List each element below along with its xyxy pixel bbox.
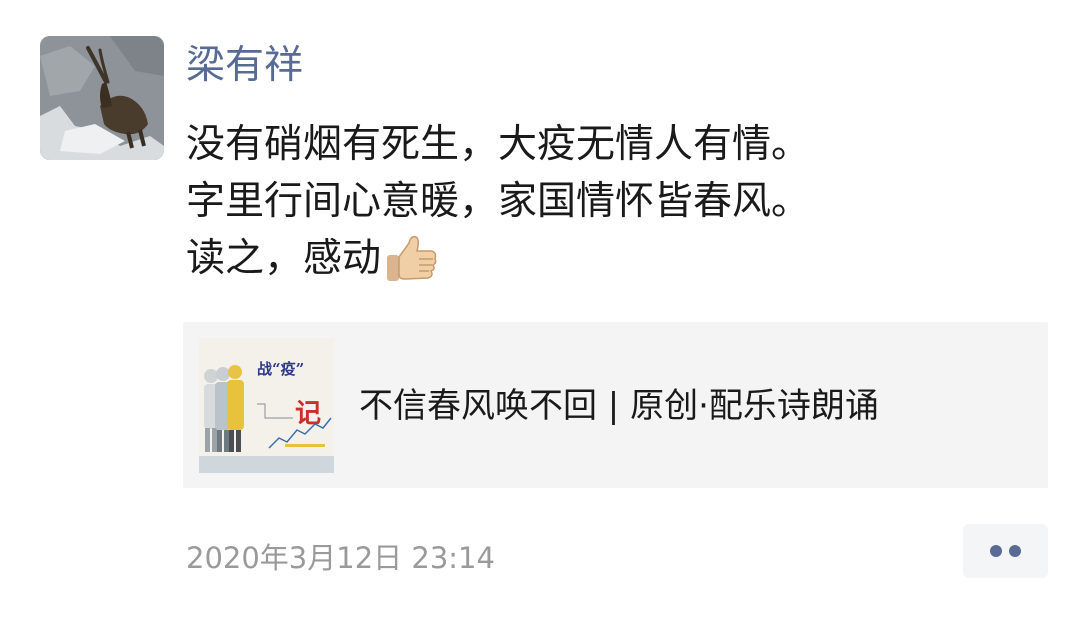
ibex-on-rock-avatar <box>40 36 164 160</box>
post-text: 没有硝烟有死生，大疫无情人有情。 字里行间心意暖，家国情怀皆春风。 读之，感动 <box>186 116 1066 289</box>
author-name[interactable]: 梁有祥 <box>186 38 303 94</box>
thumb-caption-1: 战“疫” <box>257 360 304 378</box>
post-line-3: 读之，感动 <box>186 230 1066 289</box>
post-timestamp: 2020年3月12日 23:14 <box>186 541 495 575</box>
thumbs-up-icon <box>383 229 439 285</box>
post-line-2: 字里行间心意暖，家国情怀皆春风。 <box>186 179 811 224</box>
article-title[interactable]: 不信春风唤不回 | 原创·配乐诗朗诵 <box>359 382 879 430</box>
post-line-3-text: 读之，感动 <box>186 236 382 281</box>
avatar[interactable] <box>40 36 164 160</box>
article-thumbnail: 战“疫” 记 <box>199 338 334 473</box>
post-line-1: 没有硝烟有死生，大疫无情人有情。 <box>186 122 811 167</box>
more-actions-button[interactable] <box>963 524 1048 578</box>
shared-article-card[interactable]: 战“疫” 记 不信春风唤不回 | 原创·配乐诗朗诵 <box>183 322 1048 488</box>
